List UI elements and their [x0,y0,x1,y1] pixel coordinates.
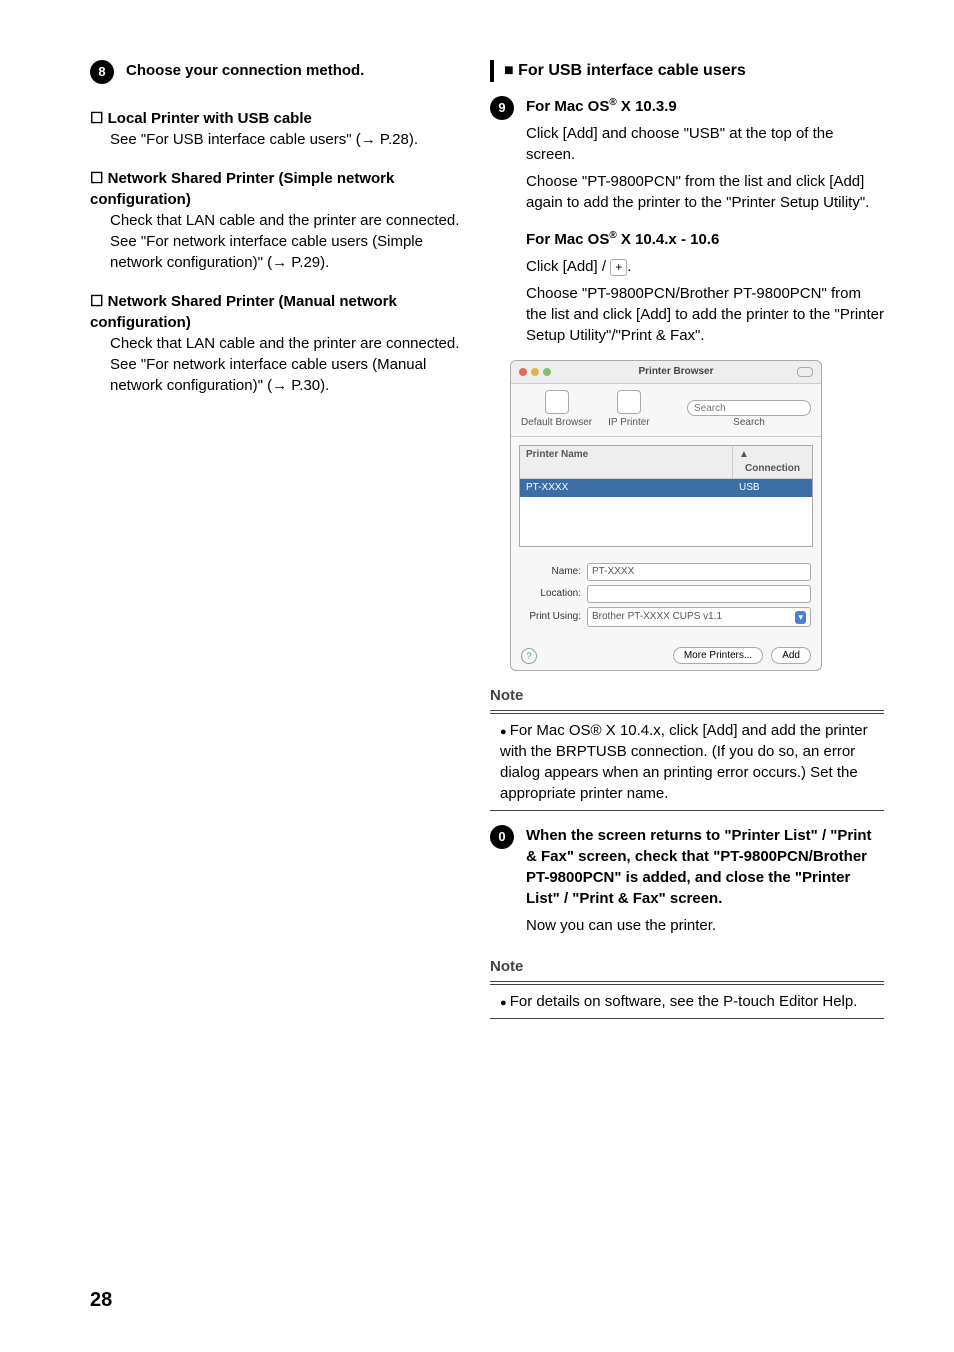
note-2-rule [490,981,884,985]
step-9-icon: 9 [490,96,514,120]
print-using-select[interactable]: Brother PT-XXXX CUPS v1.1 ▾ [587,607,811,627]
toolbar-default-browser[interactable]: Default Browser [521,390,592,430]
os-label-1: For Mac OS [526,98,609,115]
registered-mark: ® [609,97,616,108]
printer-icon [545,390,569,414]
section-heading-bar: For USB interface cable users [490,60,884,82]
note-2: Note For details on software, see the P-… [490,956,884,1019]
page-content: 8 Choose your connection method. Local P… [0,0,954,1073]
step-8-icon: 8 [90,60,114,84]
toolbar-ip-printer[interactable]: IP Printer [608,390,650,430]
option-net-manual-title: Network Shared Printer (Manual network c… [90,291,460,333]
note-2-footrule [490,1018,884,1019]
printer-form: Name: PT-XXXX Location: Print Using: Bro… [511,555,821,641]
step-10-heading: When the screen returns to "Printer List… [526,825,884,909]
add-button[interactable]: Add [771,647,811,664]
plus-button-icon: + [610,259,627,275]
step-10-icon: 0 [490,825,514,849]
option-net-manual-body2: See "For network interface cable users (… [110,354,460,396]
toolbar-default-browser-label: Default Browser [521,416,592,430]
os-label-2: For Mac OS [526,231,609,248]
step-9-p1: Click [Add] and choose "USB" at the top … [526,123,884,165]
option-net-simple-body2: See "For network interface cable users (… [110,231,460,273]
option-local-usb-body: See "For USB interface cable users" (→ P… [110,129,460,150]
form-row-name: Name: PT-XXXX [521,563,811,581]
step-10-body: Now you can use the printer. [526,915,884,936]
step-9: 9 For Mac OS® X 10.3.9 Click [Add] and c… [490,96,884,352]
option-net-manual: Network Shared Printer (Manual network c… [90,291,460,396]
note-2-title: Note [490,956,884,977]
note-1-body: For Mac OS® X 10.4.x, click [Add] and ad… [500,720,884,804]
chevron-updown-icon: ▾ [795,611,806,624]
form-row-print-using: Print Using: Brother PT-XXXX CUPS v1.1 ▾ [521,607,811,627]
page-number: 28 [90,1289,112,1312]
step-9-p4: Choose "PT-9800PCN/Brother PT-9800PCN" f… [526,283,884,346]
location-label: Location: [521,587,581,601]
printer-list-row[interactable]: PT-XXXX USB [520,479,812,497]
option-net-simple: Network Shared Printer (Simple network c… [90,168,460,273]
registered-mark-2: ® [609,230,616,241]
step-9-p2: Choose "PT-9800PCN" from the list and cl… [526,171,884,213]
ip-printer-icon [617,390,641,414]
row-printer-name: PT-XXXX [520,479,733,497]
right-column: For USB interface cable users 9 For Mac … [490,60,884,1033]
printer-list-header: Printer Name ▲ Connection [520,446,812,479]
option-local-usb-title: Local Printer with USB cable [90,108,460,129]
step-9-p3a: Click [Add] / [526,258,610,275]
step-8-title: Choose your connection method. [126,60,364,81]
print-using-label: Print Using: [521,610,581,624]
note-1: Note For Mac OS® X 10.4.x, click [Add] a… [490,685,884,811]
note-1-footrule [490,810,884,811]
option-net-manual-body1: Check that LAN cable and the printer are… [110,333,460,354]
col-connection-label: Connection [739,461,806,476]
search-input[interactable] [687,400,811,416]
window-titlebar: Printer Browser [511,361,821,384]
window-footer: ? More Printers... Add [511,641,821,670]
os-version-1: X 10.3.9 [617,98,677,115]
printer-browser-screenshot: Printer Browser Default Browser IP Print… [510,360,822,671]
section-heading: For USB interface cable users [504,60,884,82]
option-local-usb: Local Printer with USB cable See "For US… [90,108,460,150]
help-icon[interactable]: ? [521,648,537,664]
location-field[interactable] [587,585,811,603]
print-using-value: Brother PT-XXXX CUPS v1.1 [592,610,722,624]
option-net-simple-title: Network Shared Printer (Simple network c… [90,168,460,210]
left-column: 8 Choose your connection method. Local P… [90,60,460,1033]
name-label: Name: [521,565,581,579]
close-dot-icon [519,368,527,376]
os-version-2: X 10.4.x - 10.6 [617,231,720,248]
window-title: Printer Browser [555,365,797,379]
note-1-title: Note [490,685,884,706]
note-2-body: For details on software, see the P-touch… [500,991,884,1012]
option-net-simple-body1: Check that LAN cable and the printer are… [110,210,460,231]
window-toolbar: Default Browser IP Printer Search [511,384,821,437]
zoom-dot-icon [543,368,551,376]
window-pill-icon [797,367,813,377]
note-1-rule [490,710,884,714]
toolbar-search: Search [687,400,811,430]
toolbar-ip-printer-label: IP Printer [608,416,650,430]
row-connection: USB [733,479,812,497]
form-row-location: Location: [521,585,811,603]
step-9-heading-104x: For Mac OS® X 10.4.x - 10.6 [526,229,884,250]
step-8: 8 Choose your connection method. [90,60,460,84]
step-9-p3: Click [Add] / +. [526,256,884,277]
col-connection[interactable]: ▲ Connection [733,446,812,478]
col-printer-name[interactable]: Printer Name [520,446,733,478]
step-10: 0 When the screen returns to "Printer Li… [490,825,884,942]
step-9-heading-1039: For Mac OS® X 10.3.9 [526,96,884,117]
search-label: Search [733,416,765,430]
minimize-dot-icon [531,368,539,376]
step-9-p3b: . [627,258,631,275]
name-field[interactable]: PT-XXXX [587,563,811,581]
printer-list: Printer Name ▲ Connection PT-XXXX USB [519,445,813,547]
more-printers-button[interactable]: More Printers... [673,647,763,664]
